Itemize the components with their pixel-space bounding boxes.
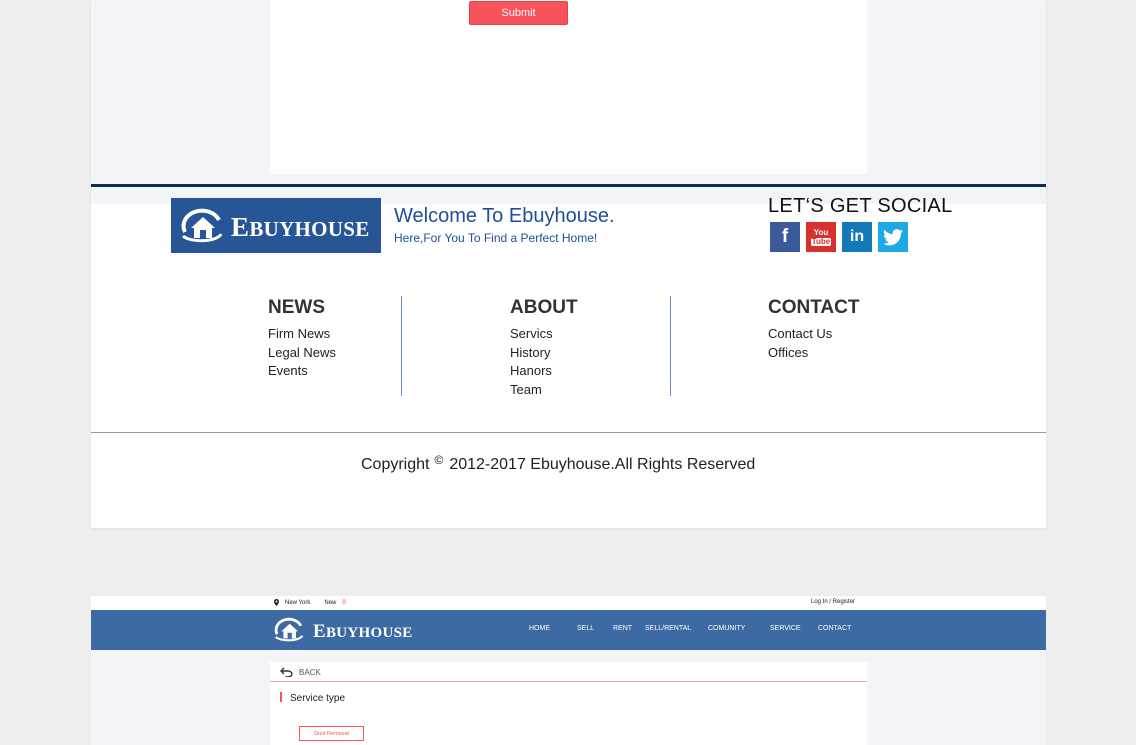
service-type-title: Service type — [290, 693, 346, 704]
linkedin-icon[interactable]: in — [842, 222, 872, 252]
service-card: BACK Service type Dust Removal — [270, 662, 867, 745]
nav-home[interactable]: HOME — [529, 625, 550, 632]
footer-link-firm-news[interactable]: Firm News — [268, 325, 336, 344]
footer-link-events[interactable]: Events — [268, 362, 336, 381]
brand-first-letter: E — [231, 212, 250, 242]
footer-divider — [91, 432, 1046, 433]
twitter-bird-icon — [883, 228, 903, 245]
location-selector[interactable]: New York New 0 — [274, 599, 346, 606]
footer-link-history[interactable]: History — [510, 344, 578, 363]
youtube-tube: Tube — [810, 236, 832, 246]
header-divider — [91, 184, 1046, 187]
footer-link-offices[interactable]: Offices — [768, 344, 859, 363]
back-button[interactable]: BACK — [280, 667, 321, 677]
about-heading: ABOUT — [510, 297, 578, 318]
copyright-years: 2012-2017 Ebuyhouse.All Rights Reserved — [449, 456, 756, 473]
location-label: New York — [285, 599, 311, 606]
contact-heading: CONTACT — [768, 297, 860, 318]
facebook-icon[interactable]: f — [770, 222, 800, 252]
page-board-footer: Submit EBUYHOUSE Welcome To Ebuyhouse. H… — [91, 0, 1046, 528]
footer-col-about: ABOUT Servics History Hanors Team — [510, 297, 578, 399]
location-pin-icon — [274, 599, 279, 606]
brand-rest: BUYHOUSE — [249, 217, 370, 241]
back-label: BACK — [299, 667, 321, 677]
back-arrow-icon — [280, 667, 293, 677]
nav-service[interactable]: SERVICE — [770, 625, 801, 632]
footer-link-servics[interactable]: Servics — [510, 325, 578, 344]
social-links: f You Tube in — [770, 222, 908, 252]
column-divider — [401, 296, 402, 396]
youtube-icon[interactable]: You Tube — [806, 222, 836, 252]
house-logo-icon — [181, 208, 223, 242]
footer-col-contact: CONTACT Contact Us Offices — [768, 297, 859, 362]
nav-comunity[interactable]: COMUNITY — [708, 625, 745, 632]
page-board-service: New York New 0 Log In / Register EBUYHOU… — [91, 596, 1046, 745]
submit-button[interactable]: Submit — [469, 1, 568, 25]
brand-name: EBUYHOUSE — [231, 212, 370, 243]
copyright-icon: © — [434, 453, 444, 467]
footer-logo[interactable]: EBUYHOUSE — [171, 198, 381, 253]
form-area: Submit — [91, 0, 1046, 204]
new-count-badge: 0 — [342, 599, 346, 606]
footer-link-hanors[interactable]: Hanors — [510, 362, 578, 381]
youtube-you: You — [813, 227, 829, 237]
top-bar: New York New 0 Log In / Register — [91, 596, 1046, 610]
twitter-icon[interactable] — [878, 222, 908, 252]
copyright-text: Copyright © 2012-2017 Ebuyhouse.All Rights… — [361, 453, 755, 474]
social-title: LET‘S GET SOCIAL — [768, 195, 953, 217]
brand-first-letter: E — [313, 620, 326, 642]
back-divider — [270, 681, 867, 682]
nav-logo[interactable]: EBUYHOUSE — [270, 616, 413, 644]
footer-link-team[interactable]: Team — [510, 381, 578, 400]
footer-link-legal-news[interactable]: Legal News — [268, 344, 336, 363]
service-option-dust-removal[interactable]: Dust Removal — [299, 726, 364, 741]
welcome-title: Welcome To Ebuyhouse. — [394, 205, 615, 227]
nav-sell[interactable]: SELL — [577, 625, 594, 632]
form-card: Submit — [270, 0, 867, 174]
main-nav: EBUYHOUSE HOME SELL RENT SELL/RENTAL COM… — [91, 610, 1046, 650]
footer-col-news: NEWS Firm News Legal News Events — [268, 297, 336, 381]
nav-rent[interactable]: RENT — [613, 625, 632, 632]
column-divider — [670, 296, 671, 396]
footer-link-contact-us[interactable]: Contact Us — [768, 325, 859, 344]
brand-name: EBUYHOUSE — [313, 621, 413, 643]
new-label[interactable]: New — [324, 600, 336, 606]
brand-rest: BUYHOUSE — [325, 624, 413, 641]
house-logo-icon — [274, 617, 304, 642]
login-register-link[interactable]: Log In / Register — [811, 599, 855, 605]
news-heading: NEWS — [268, 297, 325, 318]
copyright-prefix: Copyright — [361, 456, 430, 473]
nav-contact[interactable]: CONTACT — [818, 625, 851, 632]
nav-sell-rental[interactable]: SELL/RENTAL — [645, 625, 691, 632]
welcome-subtitle: Here,For You To Find a Perfect Home! — [394, 231, 598, 245]
section-marker — [280, 692, 282, 702]
